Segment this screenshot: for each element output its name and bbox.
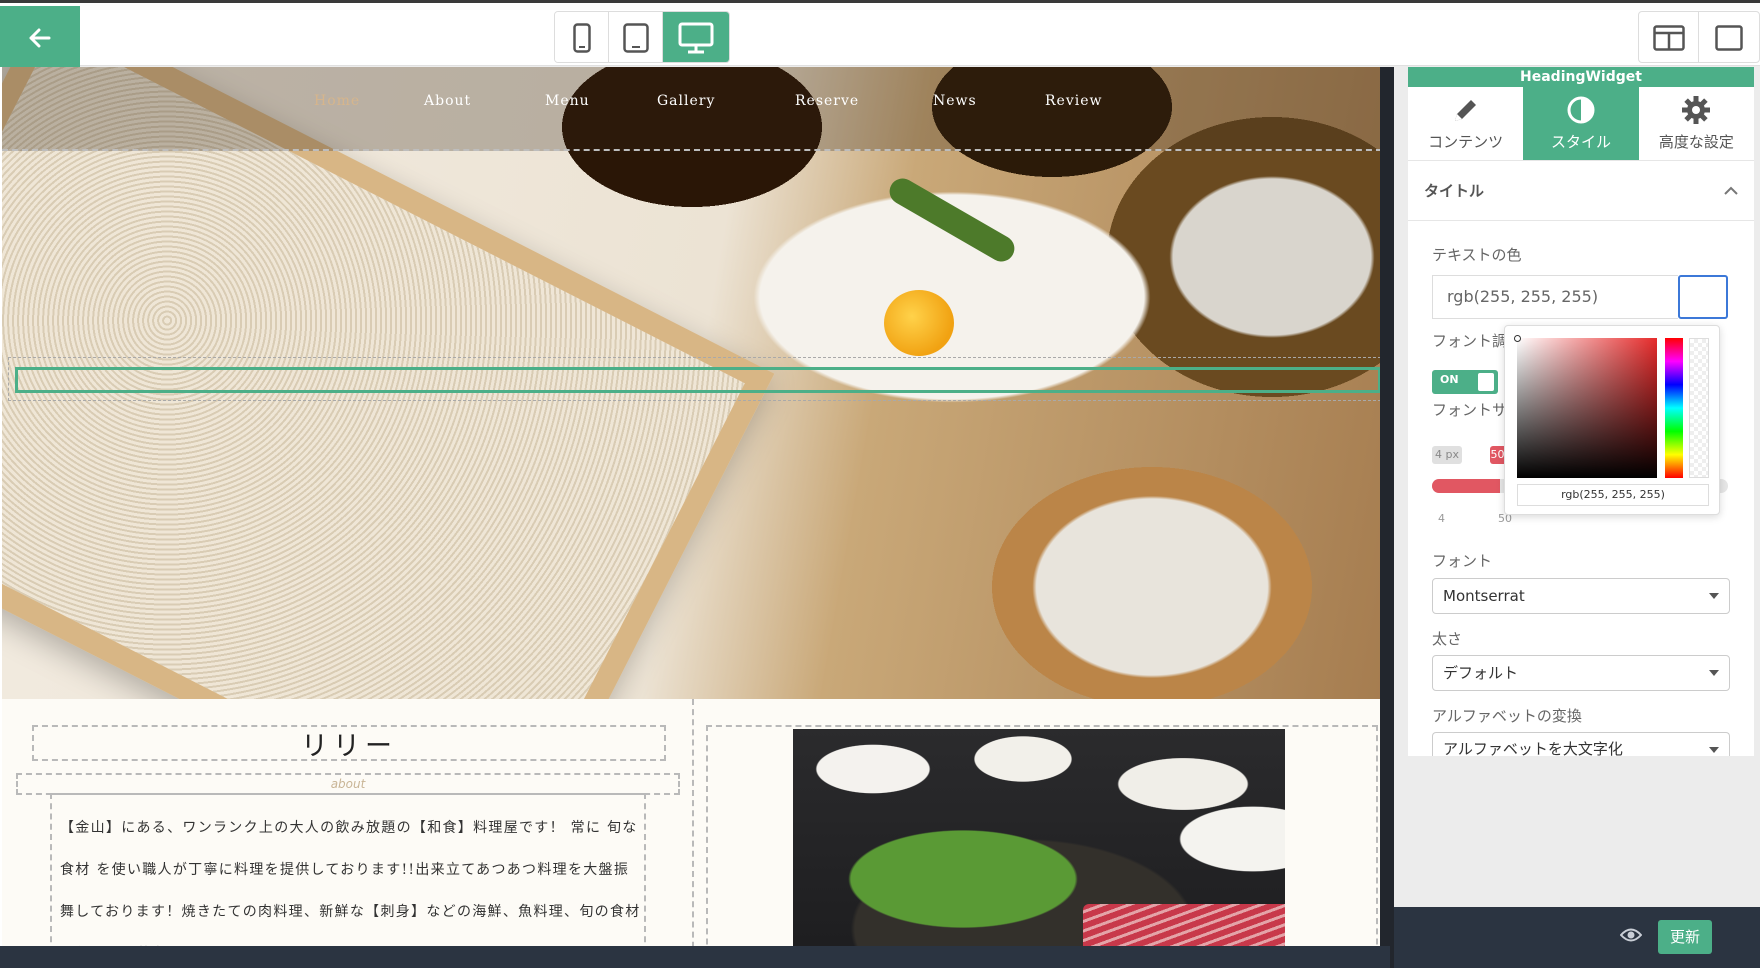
about-image-widget[interactable]	[706, 725, 1378, 968]
pencil-icon	[1454, 100, 1476, 121]
contrast-icon	[1567, 96, 1595, 124]
weight-select-value: デフォルト	[1443, 664, 1519, 682]
alpha-slider[interactable]	[1689, 338, 1709, 478]
caret-down-icon	[1709, 747, 1719, 753]
wasabi-garnish	[884, 173, 1020, 267]
back-button[interactable]	[0, 6, 80, 69]
nav-link-news[interactable]: News	[933, 93, 977, 109]
panel-footer: 更新	[1394, 907, 1760, 968]
nav-link-about[interactable]: About	[424, 93, 471, 109]
about-title: リリー	[301, 730, 397, 762]
gear-icon	[1682, 96, 1711, 124]
tab-style[interactable]: スタイル	[1523, 87, 1639, 160]
section-title: タイトル	[1424, 182, 1485, 200]
about-subtitle-widget[interactable]: about	[16, 773, 680, 795]
font-size-min-badge: 4 px	[1432, 446, 1462, 464]
tab-content[interactable]: コンテンツ	[1408, 87, 1523, 160]
panel-empty-area	[1408, 756, 1754, 907]
widget-title: HeadingWidget	[1408, 67, 1754, 87]
settings-panel-body: HeadingWidget コンテンツ スタイル 高度な設定 タイトル テキスト…	[1408, 67, 1754, 968]
caret-down-icon	[1709, 593, 1719, 599]
phone-icon	[572, 23, 591, 53]
chevron-up-icon	[1724, 186, 1738, 195]
device-desktop-button[interactable]	[663, 12, 729, 62]
layout-switcher	[1638, 11, 1760, 63]
transform-label: アルファベットの変換	[1432, 707, 1582, 725]
eye-icon[interactable]	[1620, 927, 1642, 943]
saturation-value-area[interactable]	[1514, 335, 1657, 478]
desktop-icon	[678, 22, 714, 54]
selected-heading-widget[interactable]	[15, 367, 1381, 393]
color-picker-popover[interactable]: rgb(255, 255, 255)	[1504, 325, 1720, 515]
top-toolbar	[0, 0, 1760, 69]
picker-value-field[interactable]: rgb(255, 255, 255)	[1517, 484, 1709, 506]
about-subtitle: about	[330, 777, 366, 791]
site-nav: Home About Menu Gallery Reserve News Rev…	[2, 67, 1392, 151]
single-view-button[interactable]	[1699, 12, 1759, 62]
about-section: リリー about 【金山】にある、ワンランク上の大人の飲み放題の【和食】料理屋…	[2, 699, 1392, 968]
about-body-widget[interactable]: 【金山】にある、ワンランク上の大人の飲み放題の【和食】料理屋です！ 常に 旬な食…	[50, 793, 646, 968]
nav-link-gallery[interactable]: Gallery	[657, 93, 715, 109]
caret-down-icon	[1709, 670, 1719, 676]
device-switcher	[554, 11, 730, 63]
text-color-input[interactable]: rgb(255, 255, 255)	[1432, 275, 1678, 319]
about-title-widget[interactable]: リリー	[32, 725, 666, 762]
nav-link-home[interactable]: Home	[314, 93, 360, 109]
toggle-knob	[1478, 373, 1494, 391]
font-adjust-toggle[interactable]: ON	[1432, 370, 1498, 394]
nav-link-review[interactable]: Review	[1045, 93, 1102, 109]
font-select[interactable]: Montserrat	[1432, 578, 1730, 614]
tab-style-label: スタイル	[1550, 133, 1611, 151]
slider-tick-min: 4	[1438, 512, 1445, 525]
arrow-left-icon	[29, 28, 51, 47]
color-handle[interactable]	[1514, 335, 1521, 342]
settings-tabs: コンテンツ スタイル 高度な設定	[1408, 87, 1754, 161]
tab-advanced-label: 高度な設定	[1658, 133, 1734, 151]
update-button[interactable]: 更新	[1658, 920, 1712, 954]
preview-canvas[interactable]: Home About Menu Gallery Reserve News Rev…	[0, 67, 1394, 968]
hue-slider[interactable]	[1665, 338, 1683, 478]
toggle-state: ON	[1440, 373, 1459, 386]
text-color-label: テキストの色	[1432, 246, 1522, 264]
font-select-value: Montserrat	[1443, 587, 1525, 605]
settings-panel: HeadingWidget コンテンツ スタイル 高度な設定 タイトル テキスト…	[1394, 67, 1760, 968]
nav-link-menu[interactable]: Menu	[545, 93, 590, 109]
split-view-icon	[1652, 25, 1685, 51]
egg-yolk	[884, 290, 954, 356]
course-meal-image	[793, 729, 1285, 968]
tab-content-label: コンテンツ	[1428, 133, 1504, 151]
about-text-column: リリー about 【金山】にある、ワンランク上の大人の飲み放題の【和食】料理屋…	[2, 699, 694, 968]
device-tablet-button[interactable]	[609, 12, 663, 62]
hero-image[interactable]: Home About Menu Gallery Reserve News Rev…	[2, 67, 1392, 699]
transform-select[interactable]: アルファベットを大文字化	[1432, 732, 1730, 758]
font-size-slider-fill	[1432, 479, 1501, 493]
canvas-bottom-bar	[0, 946, 1390, 968]
single-view-icon	[1715, 25, 1743, 51]
weight-label: 太さ	[1432, 630, 1463, 648]
text-color-swatch[interactable]	[1678, 275, 1728, 319]
canvas-scrollbar[interactable]	[1380, 67, 1394, 968]
tablet-icon	[622, 23, 649, 53]
font-label: フォント	[1432, 552, 1493, 570]
weight-select[interactable]: デフォルト	[1432, 655, 1730, 691]
nav-link-reserve[interactable]: Reserve	[795, 93, 859, 109]
tab-advanced[interactable]: 高度な設定	[1639, 87, 1754, 160]
device-mobile-button[interactable]	[555, 12, 609, 62]
title-section-header[interactable]: タイトル	[1408, 161, 1754, 221]
split-view-button[interactable]	[1639, 12, 1699, 62]
about-body-text: 【金山】にある、ワンランク上の大人の飲み放題の【和食】料理屋です！ 常に 旬な食…	[60, 820, 641, 962]
